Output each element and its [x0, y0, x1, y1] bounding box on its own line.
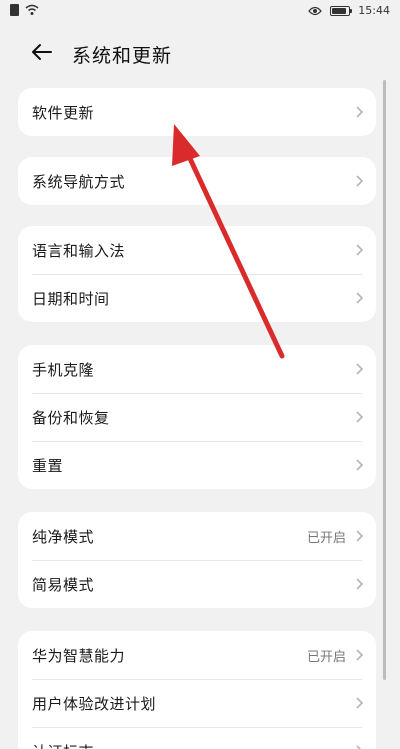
battery-icon	[330, 5, 353, 16]
row-label: 手机克隆	[32, 360, 95, 379]
back-button[interactable]	[28, 38, 56, 66]
settings-group-huawei: 华为智慧能力 已开启 用户体验改进计划 认证标志	[18, 631, 376, 749]
settings-group-navigation: 系统导航方式	[18, 157, 376, 205]
status-bar: 15:44	[0, 0, 400, 24]
chevron-right-icon	[356, 578, 364, 590]
back-arrow-icon	[32, 44, 52, 60]
status-time: 15:44	[358, 4, 390, 17]
chevron-right-icon	[356, 292, 364, 304]
row-label: 简易模式	[32, 575, 95, 594]
scrollbar[interactable]	[383, 80, 386, 680]
chevron-right-icon	[356, 697, 364, 709]
row-huawei-smart[interactable]: 华为智慧能力 已开启	[18, 631, 376, 679]
row-backup-restore[interactable]: 备份和恢复	[18, 393, 376, 441]
chevron-right-icon	[356, 745, 362, 749]
row-label: 华为智慧能力	[32, 646, 126, 665]
status-left	[10, 4, 39, 16]
row-label: 认证标志	[32, 741, 94, 749]
status-right: 15:44	[308, 4, 390, 17]
wifi-icon	[25, 4, 39, 15]
settings-group-backup: 手机克隆 备份和恢复 重置	[18, 345, 376, 489]
chevron-right-icon	[356, 649, 364, 661]
settings-group-update: 软件更新	[18, 88, 376, 136]
row-label: 用户体验改进计划	[32, 694, 157, 713]
row-system-navigation[interactable]: 系统导航方式	[18, 157, 376, 205]
chevron-right-icon	[356, 459, 364, 471]
row-software-update[interactable]: 软件更新	[18, 88, 376, 136]
row-label: 软件更新	[32, 103, 95, 122]
settings-group-language-date: 语言和输入法 日期和时间	[18, 226, 376, 322]
settings-group-modes: 纯净模式 已开启 简易模式	[18, 512, 376, 608]
chevron-right-icon	[356, 411, 364, 423]
chevron-right-icon	[356, 530, 364, 542]
chevron-right-icon	[356, 363, 364, 375]
row-status-value: 已开启	[306, 530, 346, 546]
row-phone-clone[interactable]: 手机克隆	[18, 345, 376, 393]
sim-card-icon	[10, 4, 19, 16]
row-label: 语言和输入法	[32, 241, 126, 260]
battery-fill	[332, 7, 347, 14]
chevron-right-icon	[356, 106, 364, 118]
page-title: 系统和更新	[72, 45, 173, 67]
header: 系统和更新	[0, 30, 400, 76]
row-label: 重置	[32, 456, 64, 475]
row-label: 系统导航方式	[32, 172, 126, 191]
row-language-input[interactable]: 语言和输入法	[18, 226, 376, 274]
eye-icon	[308, 6, 323, 15]
row-reset[interactable]: 重置	[18, 441, 376, 489]
chevron-right-icon	[356, 244, 364, 256]
row-user-experience[interactable]: 用户体验改进计划	[18, 679, 376, 727]
row-status-value: 已开启	[306, 649, 346, 665]
row-pure-mode[interactable]: 纯净模式 已开启	[18, 512, 376, 560]
chevron-right-icon	[356, 175, 364, 187]
row-date-time[interactable]: 日期和时间	[18, 274, 376, 322]
row-certification[interactable]: 认证标志	[18, 727, 376, 749]
row-label: 日期和时间	[32, 289, 110, 308]
row-label: 备份和恢复	[32, 408, 110, 427]
row-simple-mode[interactable]: 简易模式	[18, 560, 376, 608]
row-label: 纯净模式	[32, 527, 95, 546]
